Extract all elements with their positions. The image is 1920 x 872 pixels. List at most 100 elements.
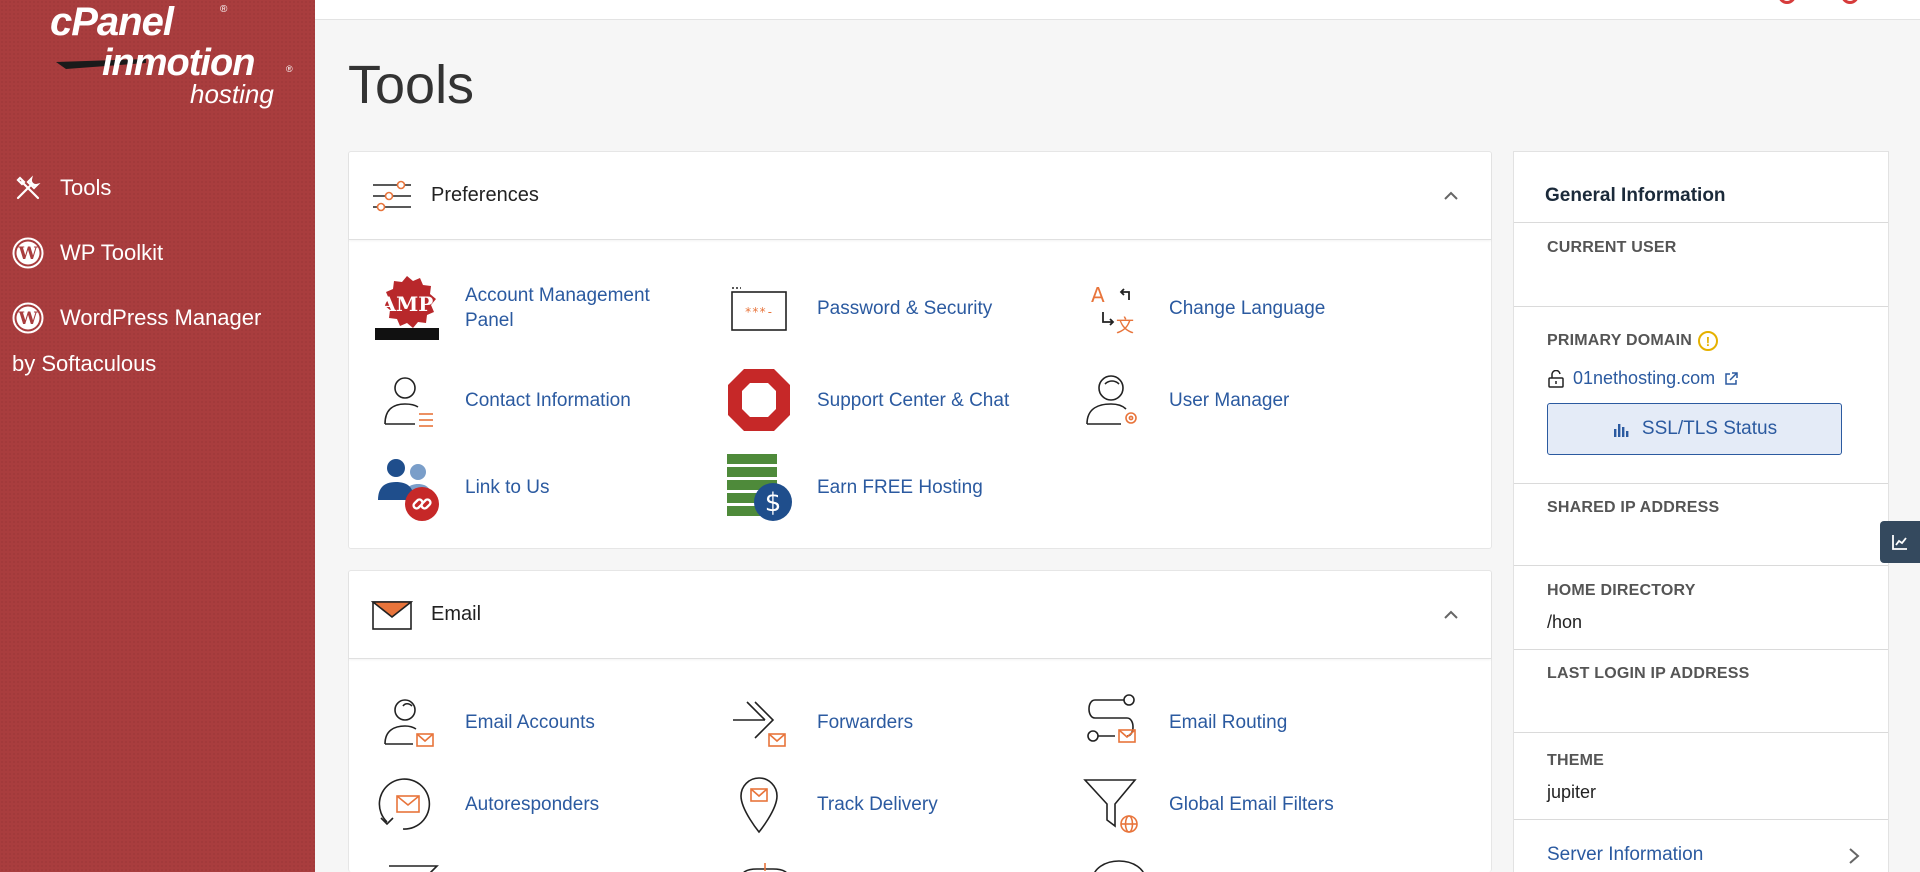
current-user-label: CURRENT USER bbox=[1547, 239, 1677, 256]
top-bar bbox=[315, 0, 1920, 20]
svg-text:$: $ bbox=[765, 488, 782, 518]
stats-side-tab[interactable] bbox=[1880, 521, 1920, 563]
primary-domain-section: PRIMARY DOMAIN! 01nethosting.com SSL/TLS… bbox=[1514, 307, 1888, 484]
preferences-title: Preferences bbox=[431, 184, 539, 206]
tool-partial-icon[interactable] bbox=[1089, 859, 1149, 872]
svg-text:W: W bbox=[17, 244, 38, 264]
svg-text:文: 文 bbox=[1116, 316, 1134, 336]
tool-email-routing[interactable]: Email Routing bbox=[1075, 686, 1369, 758]
tool-email-accounts[interactable]: Email Accounts bbox=[371, 686, 665, 758]
chevron-up-icon[interactable] bbox=[1441, 186, 1461, 206]
inmotion-cpanel-logo[interactable]: cPanel ® inmotion ® hosting bbox=[50, 0, 300, 115]
amp-badge-icon: AMP bbox=[371, 272, 443, 344]
home-directory-label: HOME DIRECTORY bbox=[1547, 582, 1696, 599]
primary-domain-value: 01nethosting.com bbox=[1573, 368, 1716, 388]
primary-domain-link[interactable]: 01nethosting.com bbox=[1547, 368, 1888, 389]
sidebar-item-wordpress-manager[interactable]: W WordPress Manager bbox=[12, 302, 261, 334]
theme-section: THEME jupiter bbox=[1514, 733, 1888, 820]
last-login-label: LAST LOGIN IP ADDRESS bbox=[1547, 665, 1750, 682]
tool-label: Earn FREE Hosting bbox=[817, 476, 983, 498]
cpanel-wordmark: cPanel bbox=[50, 0, 174, 44]
last-login-section: LAST LOGIN IP ADDRESS bbox=[1514, 650, 1888, 733]
sidebar-item-tools[interactable]: Tools bbox=[12, 172, 111, 204]
shared-ip-section: SHARED IP ADDRESS bbox=[1514, 484, 1888, 566]
tool-label: Track Delivery bbox=[817, 793, 938, 815]
sidebar-item-label: WordPress Manager bbox=[60, 305, 262, 330]
ssl-tls-status-label: SSL/TLS Status bbox=[1641, 418, 1778, 439]
sidebar-item-sublabel[interactable]: by Softaculous bbox=[12, 351, 156, 377]
tool-user-manager[interactable]: User Manager bbox=[1075, 364, 1369, 436]
tool-label: Forwarders bbox=[817, 711, 914, 733]
envelope-icon bbox=[371, 600, 413, 630]
line-chart-icon bbox=[1892, 535, 1907, 550]
warning-icon[interactable]: ! bbox=[1698, 331, 1719, 351]
forwarders-icon bbox=[723, 686, 795, 758]
tool-label: Global Email Filters bbox=[1169, 793, 1334, 815]
inmotion-wordmark: inmotion bbox=[102, 42, 255, 84]
track-delivery-icon bbox=[723, 768, 795, 840]
ssl-tls-status-button[interactable]: SSL/TLS Status bbox=[1547, 403, 1842, 455]
tool-account-management-panel[interactable]: AMP Account Management Panel bbox=[371, 272, 665, 344]
sidebar-item-label: WP Toolkit bbox=[60, 240, 164, 265]
tool-label: Account Management Panel bbox=[465, 285, 650, 331]
registered-mark: ® bbox=[220, 4, 228, 15]
tool-support-center-chat[interactable]: Support Center & Chat bbox=[723, 364, 1017, 436]
tool-track-delivery[interactable]: Track Delivery bbox=[723, 768, 1017, 840]
chevron-right-icon[interactable] bbox=[1847, 846, 1861, 866]
unlock-icon bbox=[1548, 369, 1564, 388]
sidebar-item-wp-toolkit[interactable]: W WP Toolkit bbox=[12, 237, 163, 269]
current-user-section: CURRENT USER bbox=[1514, 223, 1888, 307]
tools-icon bbox=[12, 172, 44, 204]
wordpress-icon: W bbox=[12, 302, 44, 334]
sliders-icon bbox=[373, 180, 411, 211]
tool-label: Contact Information bbox=[465, 389, 631, 411]
external-link-icon bbox=[1725, 371, 1738, 385]
notifications-icon[interactable] bbox=[1778, 0, 1796, 4]
preferences-panel-header[interactable]: Preferences bbox=[349, 152, 1491, 240]
general-information-panel: General Information CURRENT USER PRIMARY… bbox=[1513, 151, 1889, 872]
bar-chart-icon bbox=[1613, 424, 1629, 437]
tool-label: Support Center & Chat bbox=[817, 389, 1010, 411]
home-directory-section: HOME DIRECTORY /hon bbox=[1514, 566, 1888, 650]
email-panel-header[interactable]: Email bbox=[349, 571, 1491, 659]
tool-label: Email Accounts bbox=[465, 711, 595, 733]
contact-info-icon bbox=[371, 364, 443, 436]
earn-hosting-icon: $ bbox=[723, 451, 795, 523]
tool-partial-icon[interactable] bbox=[735, 859, 795, 872]
page-title: Tools bbox=[348, 55, 475, 115]
tool-label: Password & Security bbox=[817, 297, 993, 319]
theme-label: THEME bbox=[1547, 752, 1604, 769]
shared-ip-label: SHARED IP ADDRESS bbox=[1547, 499, 1720, 516]
tool-partial-icon[interactable] bbox=[385, 862, 441, 872]
chevron-up-icon[interactable] bbox=[1441, 605, 1461, 625]
tool-label: Change Language bbox=[1169, 297, 1326, 319]
preferences-panel: Preferences AMP Account Management Panel… bbox=[348, 151, 1492, 549]
tool-password-security[interactable]: ***- Password & Security bbox=[723, 272, 1017, 344]
tool-contact-information[interactable]: Contact Information bbox=[371, 364, 665, 436]
theme-value: jupiter bbox=[1547, 782, 1597, 802]
hosting-wordmark: hosting bbox=[190, 79, 274, 109]
wordpress-icon: W bbox=[12, 237, 44, 269]
tool-autoresponders[interactable]: Autoresponders bbox=[371, 768, 665, 840]
link-to-us-icon bbox=[371, 451, 443, 523]
sidebar: cPanel ® inmotion ® hosting Tools W WP T… bbox=[0, 0, 315, 872]
language-icon: A文 bbox=[1075, 272, 1147, 344]
tool-label: Email Routing bbox=[1169, 711, 1288, 733]
tool-global-email-filters[interactable]: Global Email Filters bbox=[1075, 768, 1369, 840]
tool-link-to-us[interactable]: Link to Us bbox=[371, 451, 665, 523]
svg-text:A: A bbox=[1091, 283, 1105, 307]
svg-text:***-: ***- bbox=[745, 305, 774, 319]
user-menu-icon[interactable] bbox=[1841, 0, 1859, 4]
tool-earn-free-hosting[interactable]: $ Earn FREE Hosting bbox=[723, 451, 1017, 523]
general-information-title: General Information bbox=[1514, 152, 1888, 223]
email-accounts-icon bbox=[371, 686, 443, 758]
password-icon: ***- bbox=[723, 272, 795, 344]
email-routing-icon bbox=[1075, 686, 1147, 758]
tool-forwarders[interactable]: Forwarders bbox=[723, 686, 1017, 758]
tool-change-language[interactable]: A文 Change Language bbox=[1075, 272, 1369, 344]
server-information-link[interactable]: Server Information bbox=[1547, 844, 1703, 866]
svg-text:AMP: AMP bbox=[380, 292, 434, 316]
tool-label: User Manager bbox=[1169, 389, 1290, 411]
tool-label: Link to Us bbox=[465, 476, 550, 498]
email-title: Email bbox=[431, 603, 482, 625]
